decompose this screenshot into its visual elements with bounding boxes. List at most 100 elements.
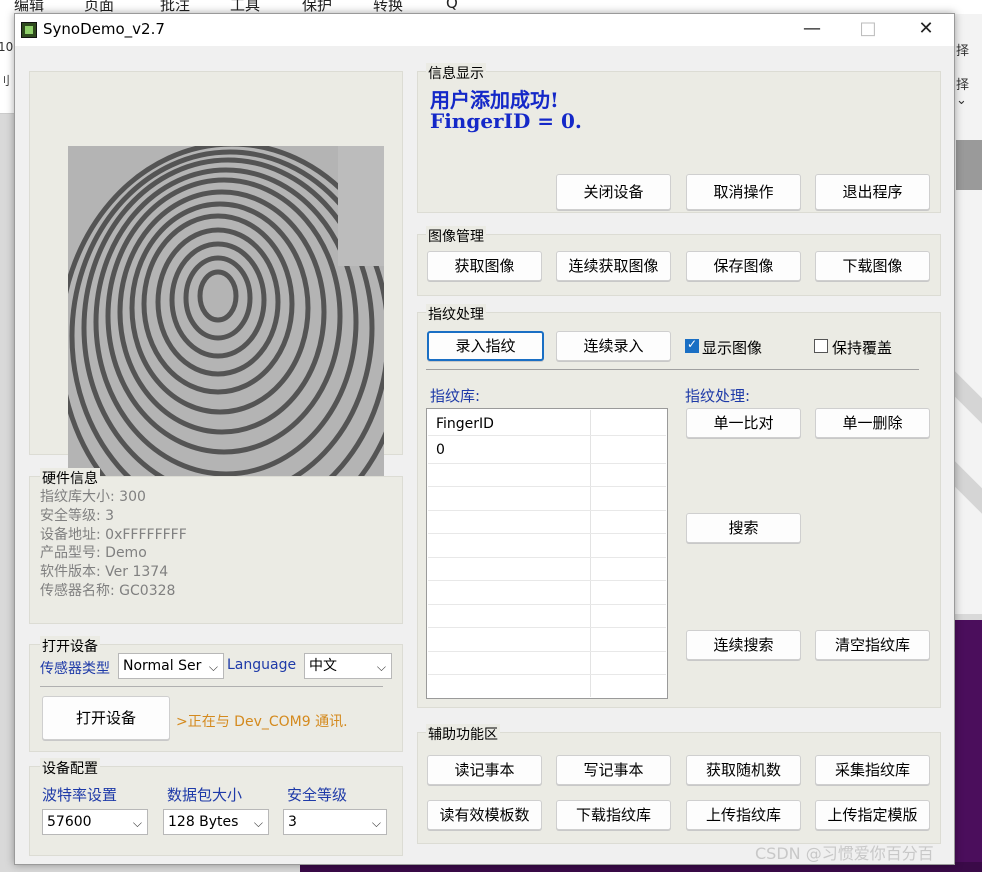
bg-menu-item: Q — [446, 0, 458, 12]
device-config-panel: 设备配置 波特率设置 数据包大小 安全等级 57600 ⌵ 128 Bytes … — [29, 758, 403, 856]
hw-product-model: 产品型号: Demo — [40, 545, 147, 562]
app-window: SynoDemo_v2.7 — □ ✕ 硬件信息 指纹库大小: 300 安全等级… — [14, 13, 955, 865]
bg-menu-item: 批注 — [160, 0, 191, 14]
info-message-line2: FingerID = 0. — [430, 109, 582, 133]
fingerprint-library-list[interactable]: FingerID 0 — [426, 408, 668, 699]
packet-size-label: 数据包大小 — [167, 786, 243, 804]
fingerprint-processing-panel: 指纹处理 录入指纹 连续录入 显示图像 保持覆盖 指纹库: 指纹处理: Fing… — [417, 304, 941, 708]
list-empty-row — [428, 557, 666, 581]
download-image-button[interactable]: 下载图像 — [815, 251, 930, 281]
sensor-type-value: Normal Ser — [123, 658, 202, 674]
maximize-button[interactable]: □ — [845, 14, 891, 46]
upload-template-button[interactable]: 上传指定模版 — [815, 800, 930, 830]
search-button[interactable]: 搜索 — [686, 513, 801, 543]
background-menu-bar: 编辑 页面 批注 工具 保护 转换 Q — [0, 0, 982, 14]
minimize-button[interactable]: — — [789, 14, 835, 46]
title-bar[interactable]: SynoDemo_v2.7 — □ ✕ — [15, 14, 954, 46]
exit-program-button[interactable]: 退出程序 — [815, 174, 930, 210]
fingerprint-library-label: 指纹库: — [430, 387, 481, 405]
divider — [40, 686, 383, 687]
upload-library-button[interactable]: 上传指纹库 — [686, 800, 801, 830]
connection-status: >正在与 Dev_COM9 通讯. — [176, 714, 348, 730]
app-icon — [21, 22, 37, 38]
bg-menu-item: 转换 — [373, 0, 404, 14]
keep-cover-label: 保持覆盖 — [832, 339, 893, 357]
single-delete-button[interactable]: 单一删除 — [815, 408, 930, 438]
hw-library-size: 指纹库大小: 300 — [40, 489, 146, 505]
packet-size-value: 128 Bytes — [168, 814, 239, 830]
background-right-edge: 择 择 ⌄ — [940, 14, 982, 614]
background-left-edge: 10 刂 — [0, 14, 14, 114]
keep-cover-checkbox[interactable] — [814, 339, 828, 353]
bg-right-text: 择 ⌄ — [956, 78, 970, 108]
fingerprint-process-label: 指纹处理: — [685, 387, 751, 405]
sensor-type-select[interactable]: Normal Ser ⌵ — [118, 653, 224, 679]
bg-right-text: 择 — [956, 44, 970, 59]
write-notepad-button[interactable]: 写记事本 — [556, 755, 671, 785]
enroll-fingerprint-button[interactable]: 录入指纹 — [427, 331, 544, 361]
save-image-button[interactable]: 保存图像 — [686, 251, 801, 281]
clear-library-button[interactable]: 清空指纹库 — [815, 630, 930, 660]
baud-rate-value: 57600 — [47, 814, 92, 830]
list-header: FingerID — [428, 412, 666, 436]
bg-dark-block — [956, 140, 982, 190]
list-empty-row — [428, 581, 666, 605]
security-level-value: 3 — [288, 814, 297, 830]
bg-menu-item: 工具 — [230, 0, 261, 14]
chevron-down-icon: ⌵ — [371, 816, 381, 830]
list-empty-row — [428, 675, 666, 699]
bg-menu-item: 页面 — [84, 0, 115, 14]
packet-size-select[interactable]: 128 Bytes ⌵ — [163, 809, 269, 835]
list-empty-row — [428, 628, 666, 652]
get-random-button[interactable]: 获取随机数 — [686, 755, 801, 785]
single-match-button[interactable]: 单一比对 — [686, 408, 801, 438]
fingerid-value: 0 — [436, 442, 445, 458]
bg-menu-item: 保护 — [302, 0, 333, 14]
hw-security-level: 安全等级: 3 — [40, 507, 115, 524]
chevron-down-icon: ⌵ — [132, 816, 142, 830]
language-select[interactable]: 中文 ⌵ — [304, 653, 392, 679]
device-config-label: 设备配置 — [40, 758, 100, 778]
window-title: SynoDemo_v2.7 — [43, 20, 165, 38]
close-device-button[interactable]: 关闭设备 — [556, 174, 671, 210]
read-valid-templates-button[interactable]: 读有效模板数 — [427, 800, 542, 830]
continuous-enroll-button[interactable]: 连续录入 — [556, 331, 671, 361]
get-image-button[interactable]: 获取图像 — [427, 251, 542, 281]
hw-device-address: 设备地址: 0xFFFFFFFF — [40, 526, 187, 543]
auxiliary-functions-panel: 辅助功能区 读记事本 写记事本 获取随机数 采集指纹库 读有效模板数 下载指纹库… — [417, 724, 941, 844]
image-management-panel: 图像管理 获取图像 连续获取图像 保存图像 下载图像 — [417, 226, 941, 296]
chevron-down-icon: ⌵ — [253, 816, 263, 830]
bg-menu-item: 编辑 — [14, 0, 45, 14]
language-label: Language — [227, 657, 297, 673]
baud-rate-select[interactable]: 57600 ⌵ — [42, 809, 148, 835]
close-button[interactable]: ✕ — [903, 14, 949, 46]
info-display-panel: 信息显示 用户添加成功! FingerID = 0. 关闭设备 取消操作 退出程… — [417, 63, 941, 213]
chevron-down-icon: ⌵ — [376, 660, 386, 674]
download-library-button[interactable]: 下载指纹库 — [556, 800, 671, 830]
list-empty-row — [428, 651, 666, 675]
watermark: CSDN @习惯爱你百分百 — [755, 844, 934, 863]
continuous-get-image-button[interactable]: 连续获取图像 — [556, 251, 671, 281]
bg-left-text: 10 — [0, 40, 14, 54]
sensor-type-label: 传感器类型 — [40, 661, 110, 677]
image-management-label: 图像管理 — [426, 226, 486, 246]
security-level-label: 安全等级 — [287, 786, 348, 804]
open-device-button[interactable]: 打开设备 — [42, 696, 170, 740]
language-value: 中文 — [309, 658, 337, 674]
fingerprint-image — [68, 146, 384, 494]
info-display-label: 信息显示 — [426, 63, 486, 83]
background-pcb-area — [952, 620, 982, 872]
security-level-select[interactable]: 3 ⌵ — [283, 809, 387, 835]
list-item[interactable]: 0 — [428, 440, 666, 464]
auxiliary-functions-label: 辅助功能区 — [426, 724, 500, 744]
show-image-checkbox[interactable] — [685, 337, 699, 353]
list-empty-row — [428, 510, 666, 534]
read-notepad-button[interactable]: 读记事本 — [427, 755, 542, 785]
list-empty-row — [428, 487, 666, 511]
cancel-operation-button[interactable]: 取消操作 — [686, 174, 801, 210]
fingerprint-processing-label: 指纹处理 — [426, 304, 486, 324]
collect-library-button[interactable]: 采集指纹库 — [815, 755, 930, 785]
fingerprint-graphic — [68, 146, 384, 494]
fingerprint-image-panel — [29, 71, 403, 494]
continuous-search-button[interactable]: 连续搜索 — [686, 630, 801, 660]
